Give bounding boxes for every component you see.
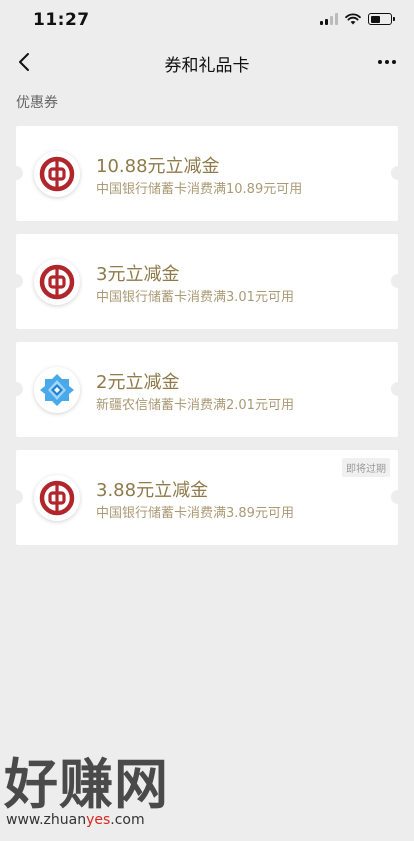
coupon-title: 3元立减金 [96, 264, 180, 285]
battery-icon [368, 13, 395, 25]
expiring-badge: 即将过期 [342, 458, 390, 477]
watermark: 好赚网 www.zhuanyes.com [4, 756, 204, 836]
status-icons [320, 13, 395, 25]
more-options-button[interactable] [372, 48, 402, 76]
wifi-icon [345, 13, 361, 25]
coupon-card[interactable]: 3元立减金 中国银行储蓄卡消费满3.01元可用 [9, 234, 405, 329]
bank-logo [34, 475, 80, 521]
coupon-title: 3.88元立减金 [96, 480, 209, 501]
card-notch [391, 274, 405, 288]
watermark-url-highlight: yes [86, 812, 111, 828]
coupon-card[interactable]: 即将过期 3.88元立减金 中国银行储蓄卡消费满3.89元可用 [9, 450, 405, 545]
more-dot-icon [392, 60, 396, 64]
status-time: 11:27 [33, 10, 90, 30]
more-dot-icon [385, 60, 389, 64]
cellular-signal-icon [320, 13, 338, 25]
bank-logo [34, 259, 80, 305]
watermark-brand: 好赚网 [4, 753, 169, 816]
card-notch [391, 166, 405, 180]
navigation-bar: 券和礼品卡 [0, 40, 414, 84]
coupon-subtitle: 中国银行储蓄卡消费满10.89元可用 [96, 182, 303, 197]
card-notch [391, 490, 405, 504]
more-dot-icon [378, 60, 382, 64]
boc-logo-icon [39, 480, 75, 516]
xinjiang-rcc-logo-icon [40, 374, 74, 406]
boc-logo-icon [39, 264, 75, 300]
coupon-list: 10.88元立减金 中国银行储蓄卡消费满10.89元可用 3元立减金 中国银行储… [9, 126, 405, 558]
card-notch [391, 382, 405, 396]
watermark-url: www.zhuanyes.com [6, 812, 145, 828]
status-bar: 11:27 [0, 0, 414, 40]
watermark-url-prefix: www.zhuan [6, 812, 87, 828]
coupon-subtitle: 中国银行储蓄卡消费满3.89元可用 [96, 506, 294, 521]
watermark-url-suffix: .com [110, 812, 145, 828]
card-notch [9, 382, 23, 396]
coupon-card[interactable]: 10.88元立减金 中国银行储蓄卡消费满10.89元可用 [9, 126, 405, 221]
coupon-title: 2元立减金 [96, 372, 180, 393]
bank-logo [34, 151, 80, 197]
coupon-card[interactable]: 2元立减金 新疆农信储蓄卡消费满2.01元可用 [9, 342, 405, 437]
coupon-title: 10.88元立减金 [96, 156, 220, 177]
page-title: 券和礼品卡 [164, 56, 250, 76]
card-notch [9, 166, 23, 180]
card-notch [9, 274, 23, 288]
coupon-subtitle: 中国银行储蓄卡消费满3.01元可用 [96, 290, 294, 305]
section-title: 优惠券 [16, 95, 58, 111]
card-notch [9, 490, 23, 504]
bank-logo [34, 367, 80, 413]
coupon-subtitle: 新疆农信储蓄卡消费满2.01元可用 [96, 398, 294, 413]
boc-logo-icon [39, 156, 75, 192]
